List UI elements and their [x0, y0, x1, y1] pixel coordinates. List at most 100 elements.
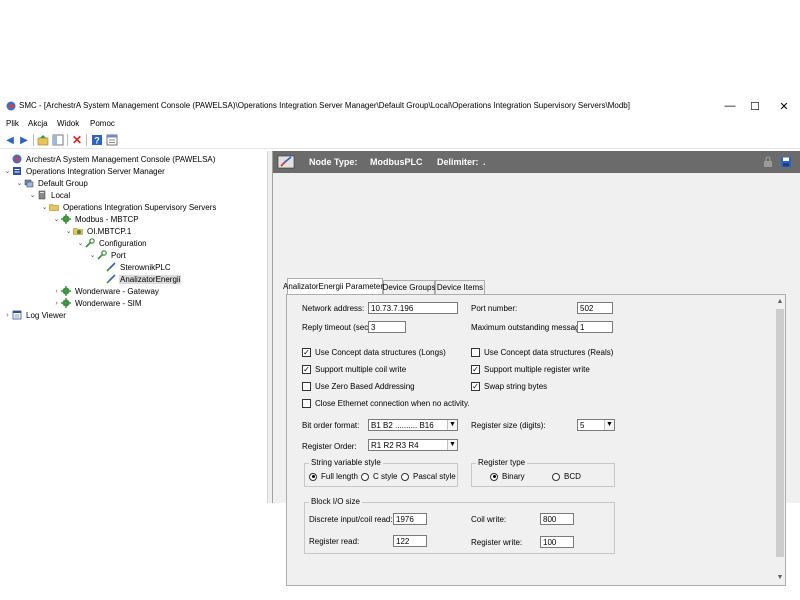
discrete-read-label: Discrete input/coil read: — [309, 515, 393, 524]
register-write-input[interactable]: 100 — [540, 536, 574, 548]
pascal-style-radio[interactable]: Pascal style — [401, 472, 456, 481]
bcd-radio[interactable]: BCD — [552, 472, 581, 481]
tree-expander[interactable]: › — [52, 300, 61, 307]
checkbox-box — [471, 348, 480, 357]
coil-write-label: Coil write: — [471, 515, 507, 524]
zero-based-addressing-checkbox[interactable]: Use Zero Based Addressing — [302, 382, 415, 391]
tree-item-wonderware-gateway[interactable]: › Wonderware - Gateway — [52, 285, 160, 297]
delete-icon[interactable]: ✕ — [71, 133, 83, 147]
tree-expander[interactable]: ⌄ — [40, 203, 49, 211]
tree-item-analizatorenergii[interactable]: AnalizatorEnergii — [104, 273, 182, 285]
network-address-label: Network address: — [302, 304, 365, 313]
discrete-read-input[interactable]: 1976 — [393, 513, 427, 525]
checkbox-box — [302, 382, 311, 391]
chevron-down-icon: ▼ — [604, 420, 614, 430]
tree-item-configuration[interactable]: ⌄ Configuration — [76, 237, 148, 249]
radio-label: Pascal style — [413, 472, 456, 481]
folder-icon — [49, 204, 59, 211]
scroll-up-icon[interactable]: ▲ — [775, 297, 785, 307]
tree-expander[interactable]: ⌄ — [28, 191, 37, 199]
register-read-input[interactable]: 122 — [393, 535, 427, 547]
close-button[interactable]: ✕ — [772, 98, 796, 114]
chevron-down-icon: ▼ — [447, 440, 457, 450]
lock-icon[interactable] — [762, 156, 774, 168]
tree-item-label: Local — [51, 190, 71, 200]
tree-item-label: Port — [111, 250, 126, 260]
scroll-down-icon[interactable]: ▼ — [775, 573, 785, 583]
full-length-radio[interactable]: Full length — [309, 472, 358, 481]
tree-item-wonderware-sim[interactable]: › Wonderware - SIM — [52, 297, 143, 309]
radio-circle — [552, 472, 560, 481]
tab-parameters[interactable]: AnalizatorEnergii Parameters — [283, 278, 387, 294]
c-style-radio[interactable]: C style — [361, 472, 397, 481]
server-manager-icon — [13, 167, 21, 175]
tree-expander[interactable]: › — [52, 288, 61, 295]
tree-expander[interactable]: ⌄ — [76, 239, 85, 247]
menu-widok[interactable]: Widok — [57, 119, 79, 128]
help-icon[interactable]: ? — [91, 134, 103, 146]
maximize-button[interactable]: ☐ — [743, 98, 767, 114]
tree-item-modbus-mbtcp[interactable]: ⌄ Modbus - MBTCP — [52, 213, 140, 225]
tree-item-log-viewer[interactable]: › Log Viewer — [3, 309, 67, 321]
show-hide-tree-icon[interactable] — [52, 134, 64, 146]
delimiter-label: Delimiter: — [437, 157, 479, 167]
max-outstanding-input[interactable]: 1 — [577, 321, 613, 333]
bit-order-select[interactable]: B1 B2 .......... B16 ▼ — [368, 419, 458, 431]
concept-longs-checkbox[interactable]: ✓ Use Concept data structures (Longs) — [302, 348, 446, 357]
tree-expander[interactable]: ⌄ — [52, 215, 61, 223]
tree-expander[interactable]: ⌄ — [88, 251, 97, 259]
tree-expander[interactable]: ⌄ — [3, 167, 12, 175]
vertical-scrollbar[interactable]: ▲ ▼ — [775, 297, 785, 583]
swap-string-bytes-checkbox[interactable]: ✓ Swap string bytes — [471, 382, 547, 391]
tree-item-label: ArchestrA System Management Console (PAW… — [26, 154, 216, 164]
register-order-select[interactable]: R1 R2 R3 R4 ▼ — [368, 439, 458, 451]
checkbox-label: Use Concept data structures (Reals) — [484, 348, 614, 357]
forward-arrow-icon[interactable]: ▶ — [18, 134, 30, 146]
console-icon — [12, 154, 22, 164]
tree-item-sterownikplc[interactable]: SterownikPLC — [104, 261, 172, 273]
title-bar[interactable]: SMC - [ArchestrA System Management Conso… — [0, 95, 800, 117]
tree-expander[interactable]: ⌄ — [15, 179, 24, 187]
block-io-title: Block I/O size — [309, 497, 362, 506]
network-address-input[interactable]: 10.73.7.196 — [368, 302, 458, 314]
binary-radio[interactable]: Binary — [490, 472, 525, 481]
tree-item-default-group[interactable]: ⌄ Default Group — [15, 177, 89, 189]
scrollbar-thumb[interactable] — [776, 309, 784, 557]
window-title: SMC - [ArchestrA System Management Conso… — [19, 101, 630, 110]
tree-item-label: OI.MBTCP.1 — [87, 226, 132, 236]
console-tree: ArchestrA System Management Console (PAW… — [0, 151, 268, 503]
minimize-button[interactable]: — — [718, 98, 742, 114]
concept-reals-checkbox[interactable]: Use Concept data structures (Reals) — [471, 348, 613, 357]
properties-icon[interactable] — [106, 134, 118, 146]
log-viewer-icon — [12, 310, 22, 320]
tree-item-console-root[interactable]: ArchestrA System Management Console (PAW… — [3, 153, 216, 165]
menu-akcja[interactable]: Akcja — [28, 119, 48, 128]
tab-device-groups[interactable]: Device Groups — [383, 280, 435, 294]
tree-expander[interactable]: ⌄ — [64, 227, 73, 235]
tree-item-oi-supervisory-servers[interactable]: ⌄ Operations Integration Supervisory Ser… — [40, 201, 217, 213]
menu-plik[interactable]: Plik — [6, 119, 19, 128]
close-ethernet-checkbox[interactable]: Close Ethernet connection when no activi… — [302, 399, 470, 408]
register-size-select[interactable]: 5 ▼ — [577, 419, 615, 431]
menu-pomoc[interactable]: Pomoc — [90, 119, 115, 128]
port-number-input[interactable]: 502 — [577, 302, 613, 314]
multiple-coil-write-checkbox[interactable]: ✓ Support multiple coil write — [302, 365, 406, 374]
tree-item-oi-mbtcp-1[interactable]: ⌄ OI.MBTCP.1 — [64, 225, 132, 237]
register-order-label: Register Order: — [302, 442, 357, 451]
radio-circle — [401, 472, 409, 481]
up-folder-icon[interactable] — [37, 134, 49, 146]
tree-item-port[interactable]: ⌄ Port — [88, 249, 127, 261]
radio-circle — [361, 472, 369, 481]
save-icon[interactable] — [780, 156, 792, 168]
coil-write-input[interactable]: 800 — [540, 513, 574, 525]
radio-label: BCD — [564, 472, 581, 481]
register-size-value: 5 — [580, 421, 585, 430]
tree-item-local[interactable]: ⌄ Local — [28, 189, 71, 201]
reply-timeout-input[interactable]: 3 — [368, 321, 406, 333]
back-arrow-icon[interactable]: ◀ — [4, 134, 16, 146]
tree-item-server-manager[interactable]: ⌄ Operations Integration Server Manager — [3, 165, 166, 177]
tab-device-items[interactable]: Device Items — [435, 280, 485, 294]
tree-expander[interactable]: › — [3, 312, 12, 319]
multiple-register-write-checkbox[interactable]: ✓ Support multiple register write — [471, 365, 590, 374]
tree-item-label: Wonderware - SIM — [75, 298, 142, 308]
